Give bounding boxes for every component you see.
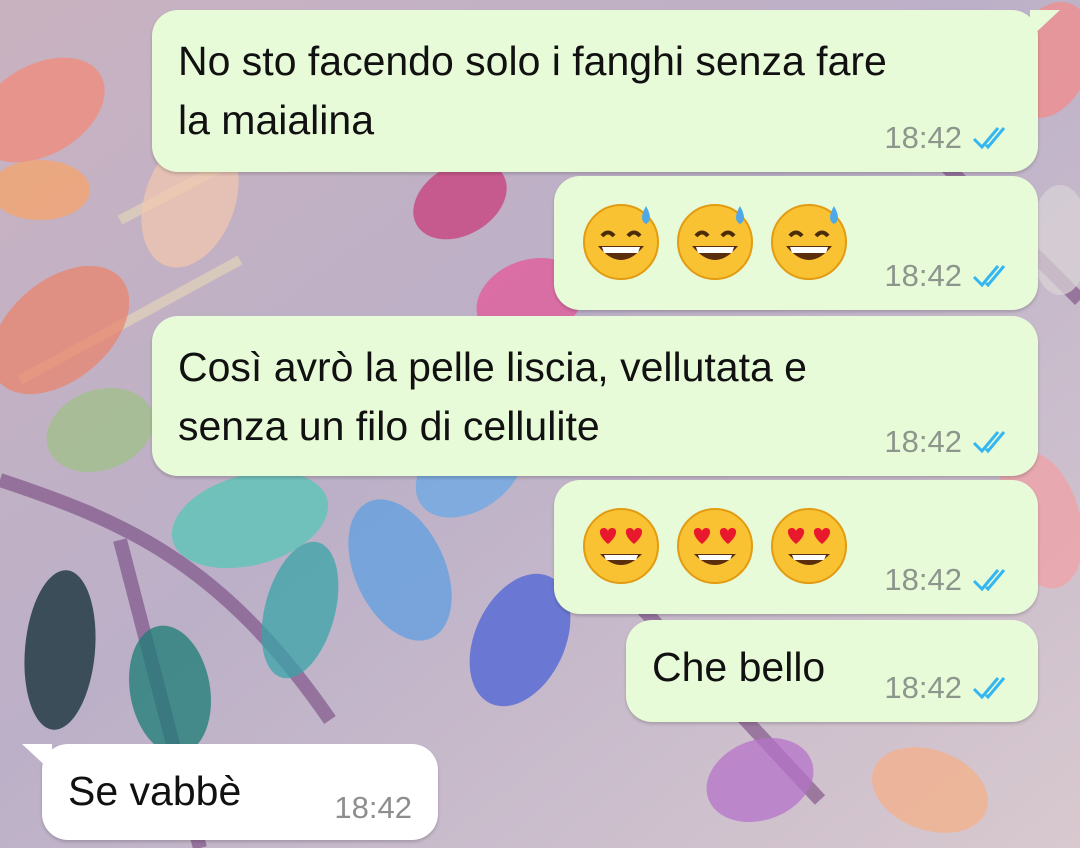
message-time: 18:42 [334,790,412,825]
message-meta: 18:42 [884,562,1016,598]
message-bubble[interactable]: Che bello 18:42 [626,620,1038,722]
read-double-check-icon [972,431,1006,454]
read-double-check-icon [972,265,1006,288]
message-meta: 18:42 [884,424,1016,460]
message-meta: 18:42 [884,120,1016,156]
message-time: 18:42 [884,670,962,705]
message-meta: 18:42 [884,258,1016,294]
message-meta: 18:42 [884,670,1016,706]
read-double-check-icon [972,677,1006,700]
bubble-tail [22,744,52,772]
read-double-check-icon [972,569,1006,592]
emoji-row [580,504,850,586]
message-bubble[interactable]: 18:42 [554,176,1038,310]
message-time: 18:42 [884,258,962,293]
grinning-face-with-sweat-icon [771,204,847,280]
message-text: No sto facendo solo i fanghi senza fare … [178,38,887,143]
read-double-check-icon [972,127,1006,150]
bubble-tail [1030,10,1060,38]
message-text: Se vabbè [68,768,242,814]
heart-eyes-face-icon [583,508,659,584]
message-bubble[interactable]: 18:42 [554,480,1038,614]
message-bubble[interactable]: No sto facendo solo i fanghi senza fare … [152,10,1060,172]
message-bubble[interactable]: Così avrò la pelle liscia, vellutata e s… [152,316,1038,476]
message-time: 18:42 [884,424,962,459]
grinning-face-with-sweat-icon [583,204,659,280]
message-text: Che bello [652,644,826,690]
message-bubble[interactable]: Se vabbè 18:42 [22,744,438,840]
emoji-row [580,200,850,282]
heart-eyes-face-icon [771,508,847,584]
heart-eyes-face-icon [677,508,753,584]
message-time: 18:42 [884,562,962,597]
message-text: Così avrò la pelle liscia, vellutata e s… [178,344,807,449]
grinning-face-with-sweat-icon [677,204,753,280]
message-time: 18:42 [884,120,962,155]
message-meta: 18:42 [334,790,412,826]
